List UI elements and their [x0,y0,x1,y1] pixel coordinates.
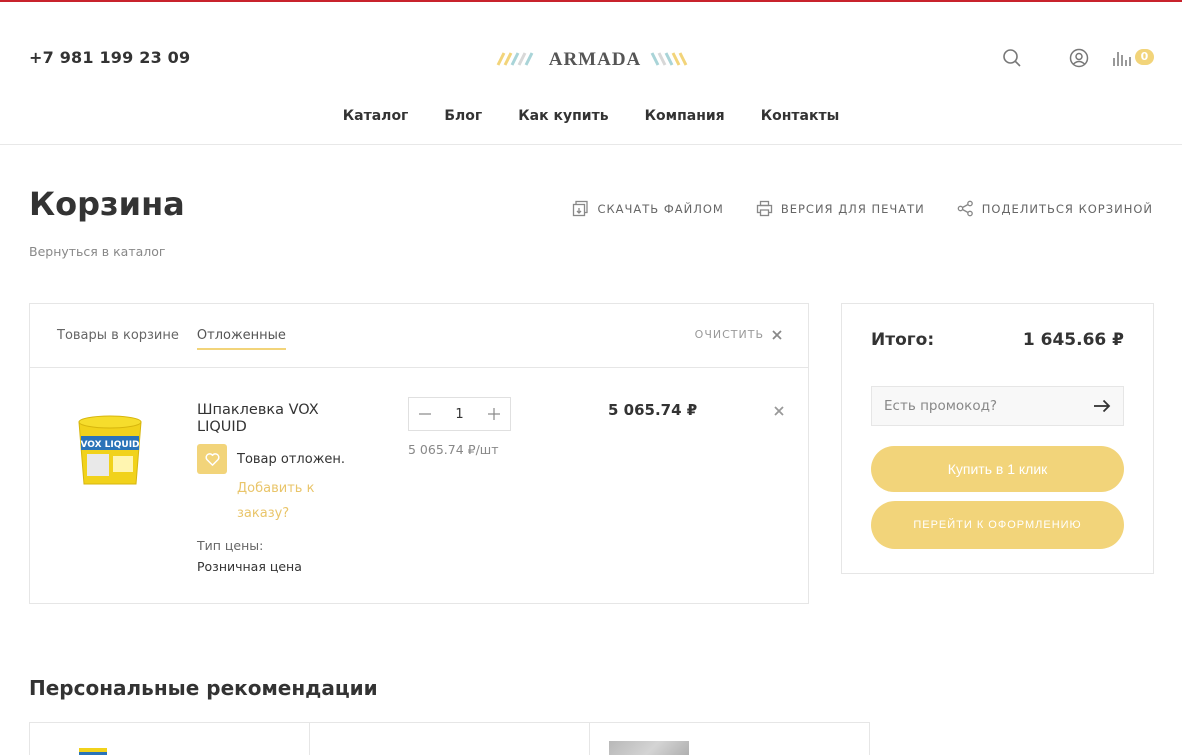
share-label: Поделиться корзиной [981,201,1153,216]
phone-number[interactable]: +7 981 199 23 09 [29,48,190,67]
buy-one-click-button[interactable]: Купить в 1 клик [871,446,1124,492]
arrow-right-icon[interactable] [1093,399,1111,413]
item-total-price: 5 065.74 ₽ [608,401,698,419]
back-to-catalog-link[interactable]: Вернуться в каталог [29,244,165,259]
cart-actions: Скачать файлом Версия для печати Поделит… [572,200,1153,217]
download-file-button[interactable]: Скачать файлом [572,200,723,217]
price-type-value: Розничная цена [197,559,302,574]
panel-divider [30,367,808,368]
print-label: Версия для печати [780,201,925,216]
recommendations-list [29,722,870,755]
quantity-stepper: 1 [408,397,511,431]
nav-item-how-to-buy[interactable]: Как купить [518,108,608,124]
share-cart-button[interactable]: Поделиться корзиной [957,200,1153,217]
decrease-quantity-button[interactable] [417,406,433,422]
recommendations-title: Персональные рекомендации [29,676,378,700]
clear-cart-button[interactable]: ОЧИСТИТЬ [695,328,782,341]
svg-text:VOX LIQUID: VOX LIQUID [80,440,139,450]
search-icon[interactable] [1002,48,1022,68]
product-thumbnail [609,741,689,755]
top-accent-line [0,0,1182,2]
page-title: Корзина [29,185,185,223]
order-summary: Итого: 1 645.66 ₽ Купить в 1 клик Перейт… [841,303,1154,574]
product-thumbnail [79,748,107,755]
increase-quantity-button[interactable] [486,406,502,422]
close-icon [772,329,782,340]
user-icon[interactable] [1069,48,1089,68]
favorite-button[interactable] [197,444,227,474]
clear-label: ОЧИСТИТЬ [694,328,764,341]
cart-count-badge[interactable]: 0 [1135,49,1154,65]
remove-item-icon[interactable] [773,405,785,417]
plus-icon [488,408,500,420]
price-type-label: Тип цены: [197,538,264,553]
cart-tabs: Товары в корзине Отложенные [57,328,286,350]
nav-item-catalog[interactable]: Каталог [343,108,409,124]
download-label: Скачать файлом [597,201,724,216]
heart-icon [204,452,220,466]
promo-code-field [871,386,1124,426]
download-icon [573,200,589,217]
add-to-order-link[interactable]: Добавить к заказу? [237,476,357,526]
tab-deferred[interactable]: Отложенные [196,328,286,350]
armada-logo[interactable]: ARMADA [495,48,689,68]
product-image[interactable]: VOX LIQUID [73,412,147,488]
total-label: Итого: [871,330,935,350]
recommendation-card[interactable] [30,723,310,755]
recommendation-card[interactable] [590,723,869,755]
nav-item-blog[interactable]: Блог [444,108,482,124]
recommendation-card[interactable] [310,723,590,755]
nav-item-company[interactable]: Компания [645,108,725,124]
checkout-button[interactable]: Перейти к оформлению [871,501,1124,549]
deferred-status: Товар отложен. [237,452,346,467]
header-divider [0,144,1182,145]
tab-cart-items[interactable]: Товары в корзине [57,328,179,350]
print-icon [756,200,772,217]
unit-price: 5 065.74 ₽/шт [408,442,499,457]
nav-item-contacts[interactable]: Контакты [761,108,840,124]
product-name[interactable]: Шпаклевка VOX LIQUID [197,402,357,436]
compare-icon[interactable] [1112,48,1132,68]
print-version-button[interactable]: Версия для печати [756,200,925,217]
promo-code-input[interactable] [884,398,1093,414]
quantity-value[interactable]: 1 [455,407,463,422]
main-nav: Каталог Блог Как купить Компания Контакт… [0,108,1182,124]
share-icon [957,200,973,217]
svg-text:ARMADA: ARMADA [549,49,642,68]
total-value: 1 645.66 ₽ [1022,330,1124,350]
minus-icon [419,413,431,415]
cart-panel: Товары в корзине Отложенные ОЧИСТИТЬ VOX… [29,303,809,604]
